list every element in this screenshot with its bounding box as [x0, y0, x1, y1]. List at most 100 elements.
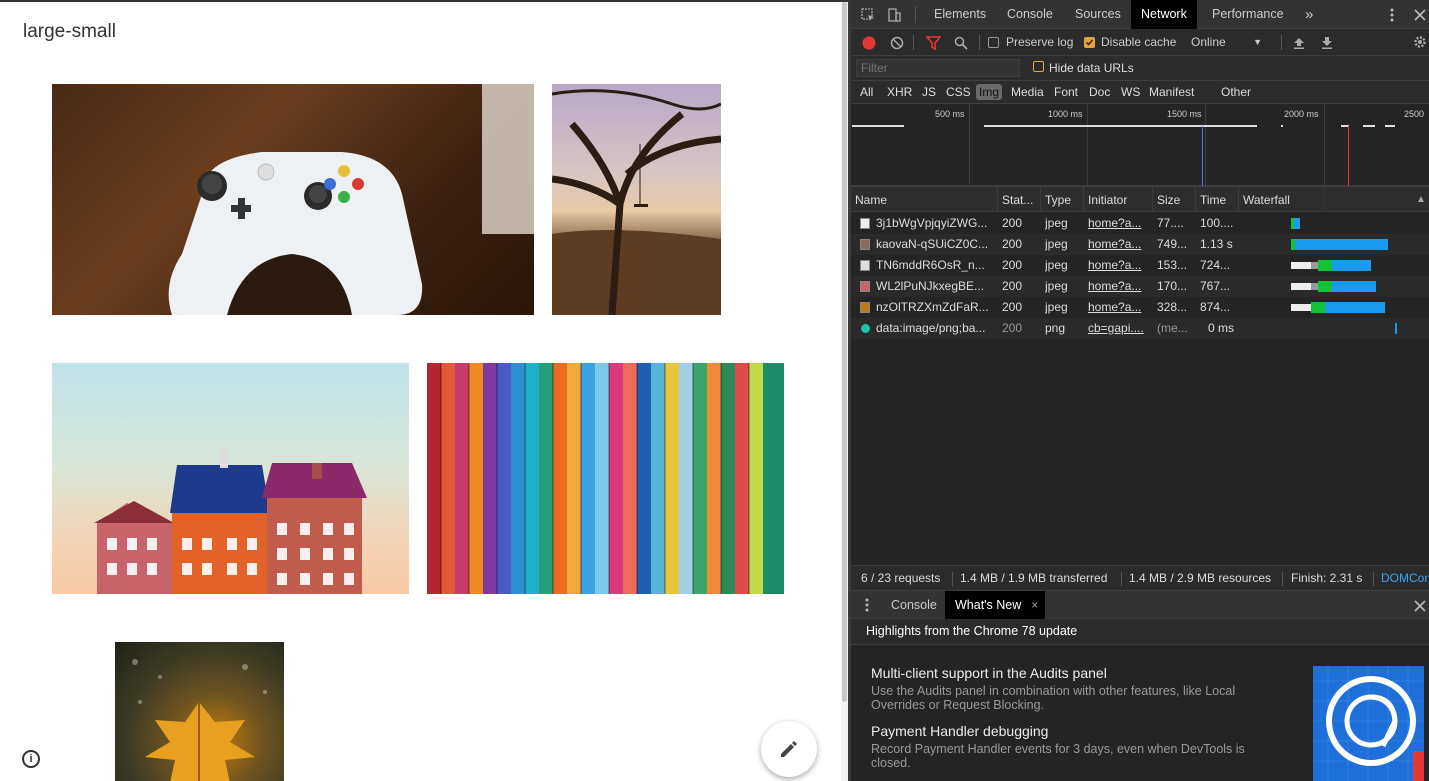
- request-initiator-link[interactable]: home?a...: [1088, 234, 1150, 255]
- page-scrollbar[interactable]: [841, 2, 848, 781]
- record-icon[interactable]: [861, 35, 876, 50]
- type-img[interactable]: Img: [976, 84, 1003, 100]
- type-all[interactable]: All: [857, 84, 876, 100]
- whats-new-item-title[interactable]: Payment Handler debugging: [871, 723, 1048, 739]
- table-row[interactable]: WL2lPuNJkxegBE... 200 jpeg home?a... 170…: [851, 276, 1429, 297]
- drawer-menu-icon[interactable]: [861, 597, 873, 613]
- request-size: 749...: [1157, 237, 1188, 251]
- whats-new-content: Multi-client support in the Audits panel…: [851, 645, 1429, 781]
- request-status: 200: [1002, 216, 1023, 230]
- request-status: 200: [1002, 321, 1023, 335]
- request-time: 1.13 s: [1200, 237, 1233, 251]
- network-toolbar: Preserve log Disable cache Online ▼: [851, 29, 1429, 56]
- whats-new-heading-bar: Highlights from the Chrome 78 update: [851, 619, 1429, 645]
- close-tab-icon[interactable]: ×: [1031, 591, 1038, 619]
- waterfall-bar-queue: [1291, 262, 1311, 269]
- finish-time: Finish: 2.31 s: [1291, 571, 1363, 585]
- request-name: kaovaN-qSUiCZ0C...: [876, 237, 989, 251]
- controller-photo[interactable]: [52, 84, 534, 315]
- type-other[interactable]: Other: [1218, 84, 1254, 100]
- tab-console[interactable]: Console: [997, 0, 1063, 29]
- preserve-log-checkbox[interactable]: [988, 37, 999, 48]
- column-time[interactable]: Time: [1195, 187, 1238, 213]
- table-row[interactable]: TN6mddR6OsR_n... 200 jpeg home?a... 153.…: [851, 255, 1429, 276]
- tab-performance[interactable]: Performance: [1202, 0, 1294, 29]
- info-icon[interactable]: i: [22, 750, 40, 768]
- export-har-icon[interactable]: [1319, 34, 1335, 50]
- type-manifest[interactable]: Manifest: [1146, 84, 1197, 100]
- clear-icon[interactable]: [889, 35, 904, 50]
- hide-data-urls-label: Hide data URLs: [1049, 61, 1134, 75]
- filter-icon[interactable]: [925, 35, 941, 50]
- waterfall-bar-download: [1294, 218, 1300, 229]
- column-name[interactable]: Name: [851, 187, 997, 213]
- drawer-tab-console[interactable]: Console: [881, 591, 947, 619]
- drawer-tab-whats-new[interactable]: What's New ×: [945, 591, 1046, 619]
- disable-cache-checkbox[interactable]: [1084, 37, 1095, 48]
- requests-count: 6 / 23 requests: [861, 571, 941, 585]
- table-row[interactable]: 3j1bWgVpjqyiZWG... 200 jpeg home?a... 77…: [851, 213, 1429, 234]
- search-icon[interactable]: [953, 35, 969, 50]
- requests-table-header: Name Stat... Type Initiator Size Time Wa…: [851, 186, 1429, 213]
- column-waterfall[interactable]: Waterfall: [1238, 187, 1429, 213]
- import-har-icon[interactable]: [1291, 34, 1307, 50]
- network-overview[interactable]: 500 ms 1000 ms 1500 ms 2000 ms 2500: [851, 104, 1429, 186]
- request-size: (me...: [1157, 321, 1188, 335]
- request-name: TN6mddR6OsR_n...: [876, 258, 985, 272]
- autumn-leaf-photo[interactable]: [115, 642, 284, 781]
- waterfall-bar-wait: [1311, 302, 1325, 313]
- table-row[interactable]: nzOlTRZXmZdFaR... 200 jpeg home?a... 328…: [851, 297, 1429, 318]
- tab-network[interactable]: Network: [1131, 0, 1197, 29]
- table-row[interactable]: kaovaN-qSUiCZ0C... 200 jpeg home?a... 74…: [851, 234, 1429, 255]
- throttling-select[interactable]: Online ▼: [1191, 29, 1266, 55]
- hide-data-urls-checkbox[interactable]: [1033, 61, 1044, 72]
- table-row[interactable]: data:image/png;ba... 200 png cb=gapi....…: [851, 318, 1429, 339]
- filter-input[interactable]: [856, 59, 1020, 77]
- inspect-element-icon[interactable]: [859, 6, 877, 24]
- image-thumbnail-icon: [860, 302, 870, 313]
- close-drawer-icon[interactable]: [1412, 598, 1428, 614]
- tree-photo[interactable]: [552, 84, 721, 315]
- type-xhr[interactable]: XHR: [884, 84, 915, 100]
- request-initiator-link[interactable]: home?a...: [1088, 255, 1150, 276]
- type-doc[interactable]: Doc: [1086, 84, 1113, 100]
- more-tabs-icon[interactable]: »: [1295, 0, 1323, 29]
- request-initiator-link[interactable]: home?a...: [1088, 213, 1150, 234]
- column-type[interactable]: Type: [1040, 187, 1083, 213]
- transferred-size: 1.4 MB / 1.9 MB transferred: [960, 571, 1108, 585]
- request-size: 77....: [1157, 216, 1184, 230]
- waterfall-bar-stalled: [1311, 262, 1318, 269]
- whats-new-item-desc: Record Payment Handler events for 3 days…: [871, 742, 1245, 770]
- request-initiator-link[interactable]: cb=gapi....: [1088, 318, 1150, 339]
- houses-photo[interactable]: [52, 363, 409, 594]
- request-initiator-link[interactable]: home?a...: [1088, 276, 1150, 297]
- overview-label-2500: 2500: [1404, 109, 1425, 119]
- request-type: jpeg: [1045, 300, 1068, 314]
- chrome-78-graphic: [1313, 666, 1424, 781]
- request-type: jpeg: [1045, 237, 1068, 251]
- settings-gear-icon[interactable]: [1412, 34, 1428, 50]
- request-size: 170...: [1157, 279, 1188, 293]
- tab-elements[interactable]: Elements: [924, 0, 996, 29]
- waterfall-bar-wait: [1318, 281, 1332, 292]
- edit-button[interactable]: [761, 721, 817, 777]
- column-initiator[interactable]: Initiator: [1083, 187, 1152, 213]
- type-ws[interactable]: WS: [1118, 84, 1143, 100]
- column-status[interactable]: Stat...: [997, 187, 1040, 213]
- request-type: jpeg: [1045, 258, 1068, 272]
- device-toolbar-icon[interactable]: [885, 6, 903, 24]
- drawer-tabbar: Console What's New ×: [851, 591, 1429, 619]
- type-media[interactable]: Media: [1008, 84, 1047, 100]
- resources-size: 1.4 MB / 2.9 MB resources: [1129, 571, 1272, 585]
- type-font[interactable]: Font: [1051, 84, 1081, 100]
- column-size[interactable]: Size: [1152, 187, 1195, 213]
- overview-label-1500: 1500 ms: [1167, 109, 1202, 119]
- tab-sources[interactable]: Sources: [1065, 0, 1131, 29]
- kebab-menu-icon[interactable]: [1384, 6, 1400, 24]
- close-devtools-icon[interactable]: [1412, 6, 1428, 24]
- request-initiator-link[interactable]: home?a...: [1088, 297, 1150, 318]
- type-js[interactable]: JS: [919, 84, 939, 100]
- type-css[interactable]: CSS: [943, 84, 974, 100]
- whats-new-item-title[interactable]: Multi-client support in the Audits panel: [871, 665, 1107, 681]
- colored-pencils-photo[interactable]: [427, 363, 784, 594]
